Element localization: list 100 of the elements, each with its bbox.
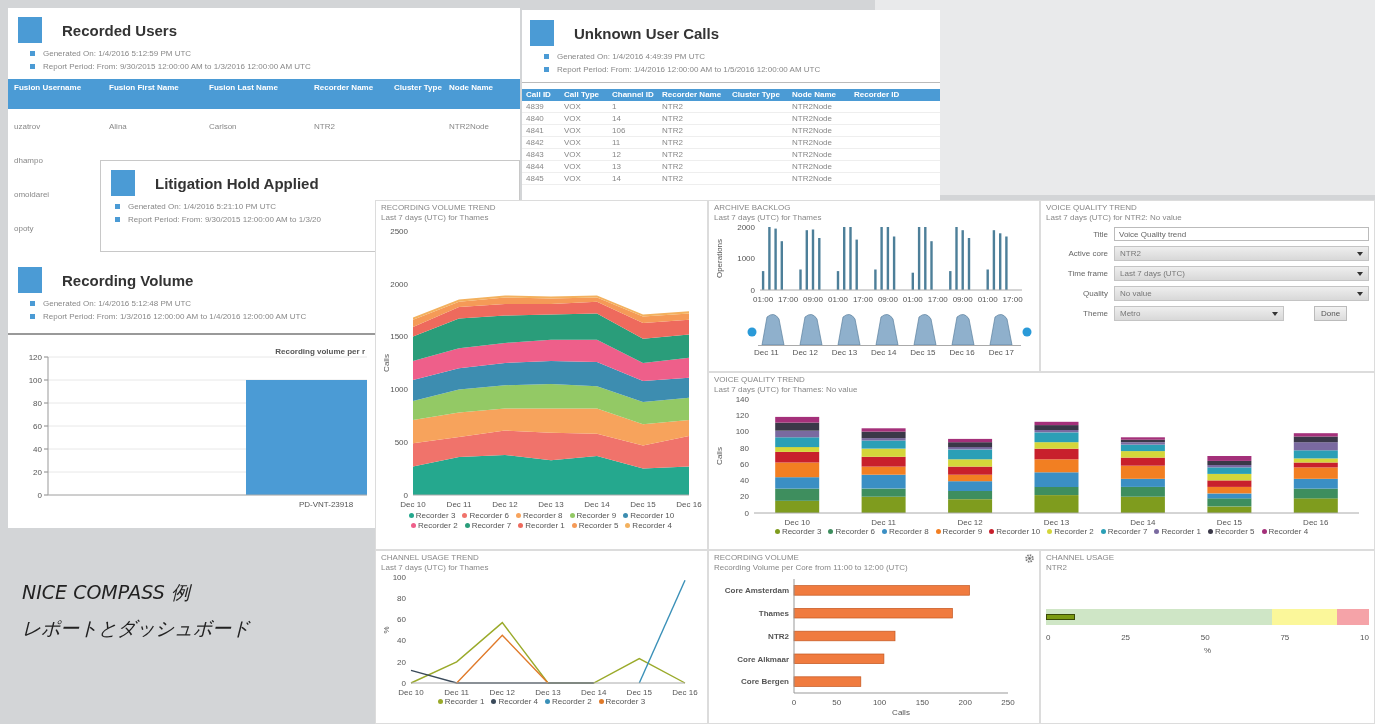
report-detail: Generated On: 1/4/2016 4:49:39 PM UTC xyxy=(557,52,706,61)
legend-label: Recorder 2 xyxy=(552,697,592,706)
legend-label: Recorder 2 xyxy=(1054,527,1094,536)
table-cell-text: NTR2 xyxy=(662,101,684,112)
legend-label: Recorder 10 xyxy=(630,511,675,520)
y-tick-label: 80 xyxy=(33,398,42,408)
x-tick-label: Dec 16 xyxy=(672,688,698,697)
table-cell-text: 12 xyxy=(612,149,622,160)
table-cell-text: 4843 xyxy=(526,149,545,160)
legend-label: Recorder 8 xyxy=(889,527,929,536)
legend-label: Recorder 1 xyxy=(1161,527,1201,536)
x-tick-label: Dec 14 xyxy=(1130,518,1156,527)
chart-bar xyxy=(768,227,771,290)
column-header: Recorder ID xyxy=(854,90,901,101)
y-tick-label: 0 xyxy=(401,678,406,688)
x-tick-label: Dec 10 xyxy=(784,518,810,527)
legend-label: Recorder 5 xyxy=(578,521,619,530)
y-tick-label: 140 xyxy=(735,395,749,404)
dropdown-field[interactable]: No value xyxy=(1114,286,1369,301)
bullet-icon xyxy=(115,217,120,222)
y-tick-label: 60 xyxy=(33,421,42,431)
table-cell-text: NTR2Node xyxy=(449,121,490,131)
chart-bar xyxy=(911,272,914,290)
title-field[interactable]: Voice Quality trend xyxy=(1114,227,1369,241)
chart-bar xyxy=(886,227,890,290)
table-cell-text: 106 xyxy=(612,125,627,136)
table-cell-text: VOX xyxy=(564,125,582,136)
legend-label: Recorder 10 xyxy=(996,527,1041,536)
column-header: Node Name xyxy=(449,83,494,94)
x-tick-label: Dec 10 xyxy=(400,500,426,509)
chart-bar xyxy=(992,230,996,290)
chart-bar xyxy=(955,227,958,290)
axis-title: Operations xyxy=(715,238,724,279)
panel-title: CHANNEL USAGE xyxy=(1046,553,1115,563)
report-detail: Report Period: From: 1/4/2016 12:00:00 AM to 1/5/2016 12:00:00 AM UTC xyxy=(557,65,821,74)
y-tick-label: 1000 xyxy=(737,254,755,264)
square-icon xyxy=(18,17,42,43)
date-label: Dec 14 xyxy=(871,348,897,357)
axis-title: Calls xyxy=(382,354,391,372)
x-tick-label: 100 xyxy=(872,698,887,707)
panel-subtitle: Last 7 days (UTC) for Thames xyxy=(381,563,489,573)
range-handle[interactable] xyxy=(747,327,757,337)
table-cell-text: 11 xyxy=(612,137,622,148)
x-tick-label: Dec 14 xyxy=(584,500,610,509)
chart-bar xyxy=(1293,442,1338,451)
category-label: Core Alkmaar xyxy=(737,654,789,664)
y-tick-label: 0 xyxy=(37,490,42,500)
x-tick-label: 01:00 xyxy=(902,295,923,303)
chart-bar xyxy=(843,227,846,290)
dropdown-field[interactable]: NTR2 xyxy=(1114,246,1369,261)
square-icon xyxy=(18,267,42,293)
dropdown-field[interactable]: Last 7 days (UTC) xyxy=(1114,266,1369,281)
table-cell-text: omoldarei xyxy=(14,189,51,199)
y-tick-label: 20 xyxy=(740,492,749,502)
x-tick-label: 01:00 xyxy=(753,295,774,303)
column-header: Cluster Type xyxy=(394,83,443,94)
dropdown-field[interactable]: Metro xyxy=(1114,306,1284,321)
chart-bar xyxy=(1005,236,1008,290)
bullet-icon xyxy=(30,301,35,306)
range-handle[interactable] xyxy=(1022,327,1032,337)
axis-title: Calls xyxy=(892,708,910,717)
report-detail: Report Period: From: 9/30/2015 12:00:00 AM to 1/3/2016 12:00:00 AM UTC xyxy=(43,62,311,71)
table-cell-text: 14 xyxy=(612,113,622,124)
chart-bar xyxy=(930,241,933,290)
x-tick-label: PD-VNT-23918 xyxy=(298,500,354,509)
x-tick-label: Dec 16 xyxy=(676,500,702,509)
chart-bar xyxy=(967,238,971,290)
caret-icon xyxy=(1357,251,1363,256)
chart-bar xyxy=(880,227,883,290)
column-header: Fusion Username xyxy=(14,83,83,94)
legend-label: Recorder 2 xyxy=(418,521,458,530)
field-label: Active core xyxy=(1067,249,1108,258)
chart-bar xyxy=(775,422,820,431)
x-tick-label: Dec 11 xyxy=(446,500,472,509)
legend-label: Recorder 4 xyxy=(632,521,672,530)
category-label: Core Amsterdam xyxy=(724,586,789,596)
x-tick-label: 150 xyxy=(915,698,930,707)
panel-title: VOICE QUALITY TREND xyxy=(714,375,805,385)
y-tick-label: 100 xyxy=(392,573,406,582)
panel-title: RECORDING VOLUME xyxy=(714,553,799,563)
done-button[interactable]: Done xyxy=(1314,306,1348,321)
panel-subtitle: NTR2 xyxy=(1046,563,1067,573)
table-cell-text: NTR2Node xyxy=(792,113,833,124)
panel-subtitle: Last 7 days (UTC) for Thames: No value xyxy=(714,385,858,395)
table-cell-text: VOX xyxy=(564,113,582,124)
table-cell-text: Alina xyxy=(109,121,128,131)
chart-bar xyxy=(1293,488,1338,499)
x-tick-label: 01:00 xyxy=(977,295,998,303)
settings-icon[interactable] xyxy=(1025,554,1034,563)
table-cell-text: 4844 xyxy=(526,161,545,172)
legend-label: Recorder 9 xyxy=(576,511,617,520)
field-label: Theme xyxy=(1082,309,1108,318)
y-tick-label: 0 xyxy=(750,285,755,295)
y-tick-label: 1000 xyxy=(390,385,408,395)
scale-label: 25 xyxy=(1121,633,1131,642)
x-tick-label: Dec 13 xyxy=(538,500,564,509)
column-header: Recorder Name xyxy=(314,83,375,94)
legend-label: Recorder 5 xyxy=(1214,527,1255,536)
panel-title: RECORDING VOLUME TREND xyxy=(381,203,496,213)
column-header: Call Type xyxy=(564,90,600,101)
